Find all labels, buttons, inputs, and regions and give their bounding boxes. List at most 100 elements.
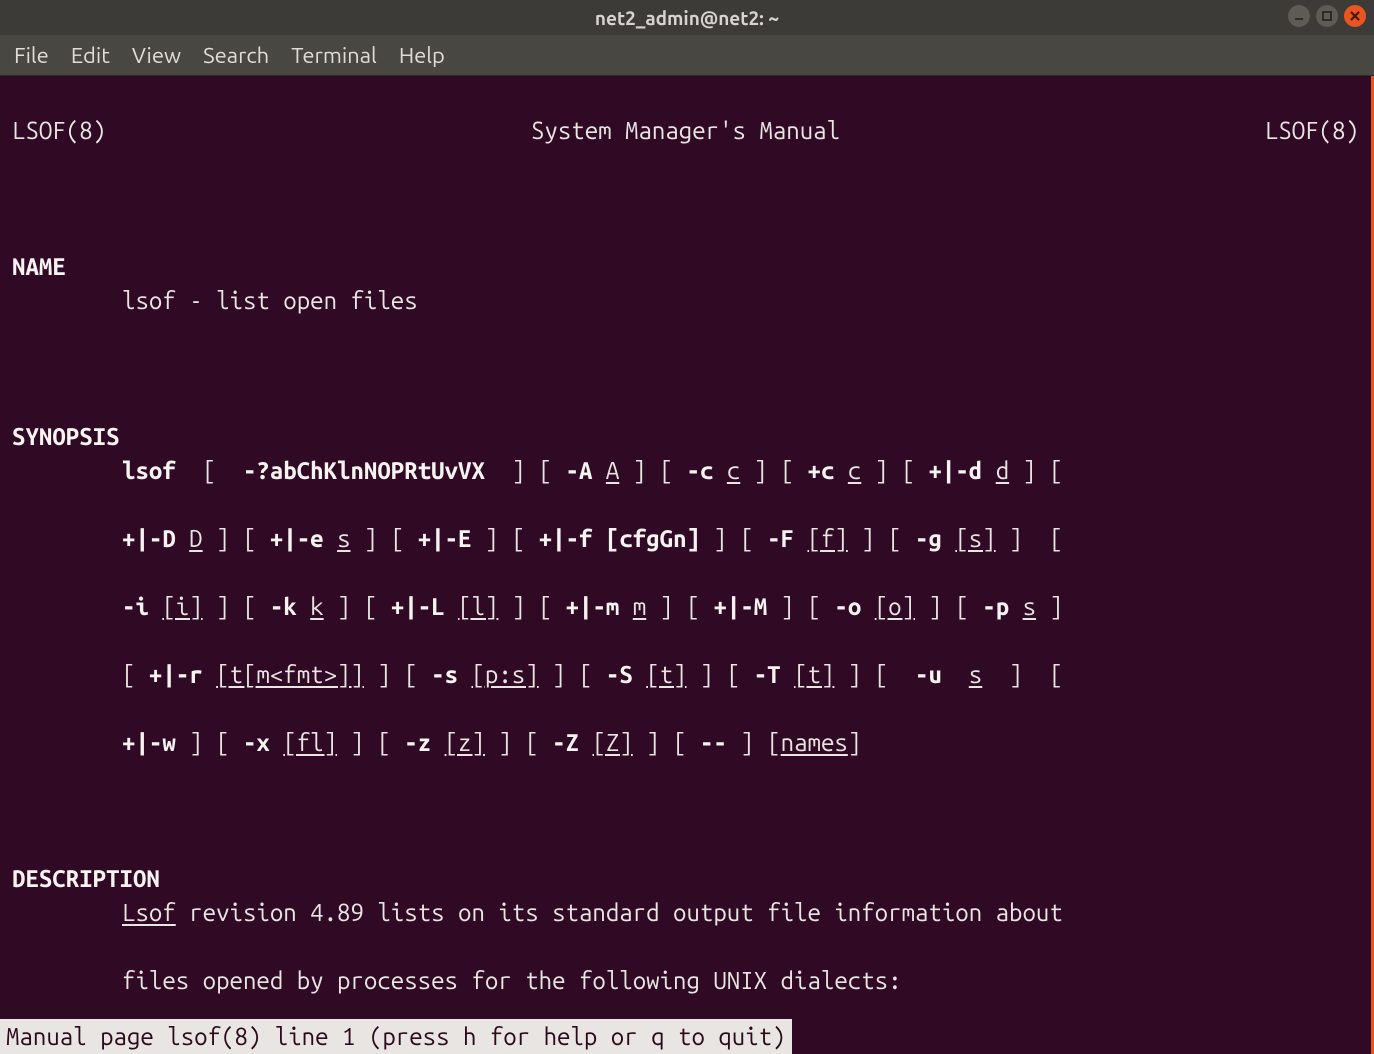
t: +|-M xyxy=(713,593,767,620)
menu-file[interactable]: File xyxy=(14,43,49,68)
t: ] [ xyxy=(1009,457,1063,484)
window-titlebar: net2_admin@net2: ~ xyxy=(0,0,1374,35)
t: [z] xyxy=(445,729,485,756)
synopsis-line-3: -i [i] ] [ -k k ] [ +|-L [l] ] [ +|-m m … xyxy=(12,590,1359,624)
t: -F xyxy=(767,525,807,552)
t: ] [ xyxy=(834,661,915,688)
t: -A xyxy=(566,457,606,484)
syn-flagset: -?abChKlnNOPRtUvVX xyxy=(243,457,485,484)
t: ] [ xyxy=(471,525,538,552)
t: -z xyxy=(404,729,444,756)
t: +|-m xyxy=(566,593,633,620)
t: -c xyxy=(687,457,727,484)
manpage-header: LSOF(8)System Manager's ManualLSOF(8) xyxy=(12,114,1359,148)
menu-view[interactable]: View xyxy=(132,43,181,68)
t: [l] xyxy=(458,593,498,620)
t: +|-e xyxy=(270,525,337,552)
t: -- xyxy=(700,729,727,756)
t: [ xyxy=(122,661,149,688)
t: ] [ xyxy=(203,593,270,620)
t: ] [ xyxy=(861,457,928,484)
t: ] [ xyxy=(364,661,431,688)
t: +c xyxy=(808,457,848,484)
t: [s] xyxy=(955,525,995,552)
t: ] [ xyxy=(324,593,391,620)
t: -x xyxy=(243,729,283,756)
t: +|-L xyxy=(391,593,458,620)
t: D xyxy=(189,525,202,552)
t: +|-d xyxy=(928,457,995,484)
header-center: System Manager's Manual xyxy=(106,114,1265,148)
t: ] [ xyxy=(203,525,270,552)
t: [t] xyxy=(794,661,834,688)
minimize-icon[interactable] xyxy=(1288,5,1310,27)
t: [p:s] xyxy=(471,661,538,688)
t: +|-f [cfgGn] xyxy=(539,525,700,552)
synopsis-line-1: lsof [ -?abChKlnNOPRtUvVX ] [ -A A ] [ -… xyxy=(12,454,1359,488)
syn-cmd: lsof xyxy=(122,457,176,484)
t: -T xyxy=(754,661,794,688)
t: names xyxy=(781,729,848,756)
t: k xyxy=(310,593,323,620)
t: -p xyxy=(982,593,1022,620)
window-controls xyxy=(1288,5,1366,27)
t: s xyxy=(1023,593,1036,620)
t: ] [ xyxy=(176,729,243,756)
menu-search[interactable]: Search xyxy=(203,43,269,68)
t: ] [ xyxy=(337,729,404,756)
t: ] [ xyxy=(539,661,606,688)
t: ] [ xyxy=(485,729,552,756)
t: [fl] xyxy=(283,729,337,756)
t: d xyxy=(996,457,1009,484)
t: ] [ xyxy=(485,457,566,484)
t: ] [ xyxy=(996,525,1063,552)
menu-terminal[interactable]: Terminal xyxy=(291,43,377,68)
t: -k xyxy=(270,593,310,620)
t: ] [ xyxy=(915,593,982,620)
t: A xyxy=(606,457,619,484)
header-left: LSOF(8) xyxy=(12,114,106,148)
name-line: lsof - list open files xyxy=(12,284,1359,318)
name-cmd: lsof xyxy=(122,287,176,314)
manpage-statusbar: Manual page lsof(8) line 1 (press h for … xyxy=(0,1019,792,1054)
desc-lsof: Lsof xyxy=(122,899,176,926)
statusbar-wrap: Manual page lsof(8) line 1 (press h for … xyxy=(0,1019,1374,1054)
t: ] [ xyxy=(982,661,1063,688)
t: -o xyxy=(834,593,874,620)
maximize-icon[interactable] xyxy=(1316,5,1338,27)
menubar: File Edit View Search Terminal Help xyxy=(0,35,1374,76)
t: [t] xyxy=(646,661,686,688)
t: [f] xyxy=(808,525,848,552)
close-icon[interactable] xyxy=(1344,5,1366,27)
t: [i] xyxy=(162,593,202,620)
menu-edit[interactable]: Edit xyxy=(71,43,110,68)
t: +|-E xyxy=(418,525,472,552)
t: [o] xyxy=(875,593,915,620)
synopsis-line-2: +|-D D ] [ +|-e s ] [ +|-E ] [ +|-f [cfg… xyxy=(12,522,1359,556)
synopsis-line-5: +|-w ] [ -x [fl] ] [ -z [z] ] [ -Z [Z] ]… xyxy=(12,726,1359,760)
t: c xyxy=(848,457,861,484)
t: ] [ xyxy=(633,729,700,756)
t: ] [ xyxy=(740,457,807,484)
t: -Z xyxy=(552,729,592,756)
t: ] [ xyxy=(727,729,781,756)
t: m xyxy=(633,593,646,620)
t: ] [ xyxy=(700,525,767,552)
t: [t[m<fmt>]] xyxy=(216,661,364,688)
t: -u xyxy=(915,661,969,688)
t: +|-w xyxy=(122,729,176,756)
t: ] [ xyxy=(646,593,713,620)
t: ] [ xyxy=(848,525,915,552)
name-rest: - list open files xyxy=(176,287,418,314)
t: ] [ xyxy=(767,593,834,620)
menu-help[interactable]: Help xyxy=(399,43,445,68)
t: +|-D xyxy=(122,525,189,552)
t: [Z] xyxy=(592,729,632,756)
t: ] [ xyxy=(498,593,565,620)
synopsis-line-4: [ +|-r [t[m<fmt>]] ] [ -s [p:s] ] [ -S [… xyxy=(12,658,1359,692)
section-description-hdr: DESCRIPTION xyxy=(12,865,160,892)
t: ] xyxy=(848,729,861,756)
t: ] xyxy=(1036,593,1063,620)
terminal-viewport[interactable]: LSOF(8)System Manager's ManualLSOF(8) NA… xyxy=(0,76,1374,1019)
section-synopsis-hdr: SYNOPSIS xyxy=(12,423,120,450)
